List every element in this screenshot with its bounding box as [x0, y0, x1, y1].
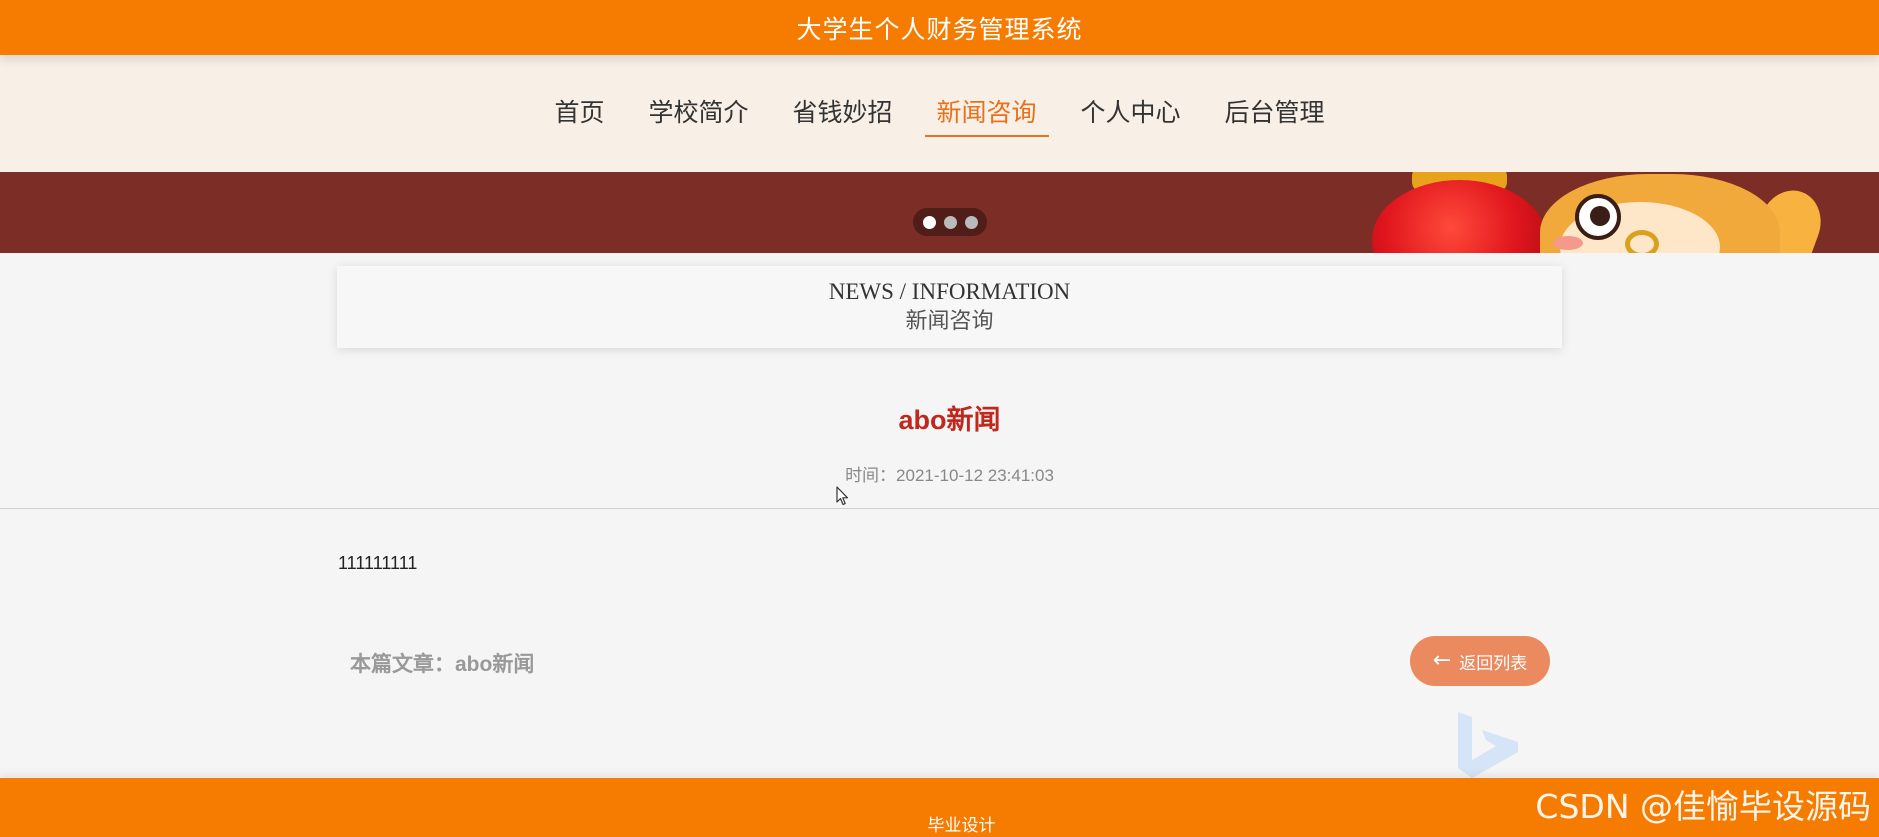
back-to-list-label: 返回列表: [1459, 653, 1528, 674]
csdn-watermark: CSDN @佳愉毕设源码: [1535, 787, 1871, 826]
article-title: abo新闻: [898, 405, 1001, 435]
section-title-cn: 新闻咨询: [905, 308, 994, 333]
article-body: 111111111: [338, 553, 418, 573]
content-divider: [0, 508, 1879, 509]
nav-item-school-intro[interactable]: 学校简介: [630, 93, 766, 137]
nav-list: 首页 学校简介 省钱妙招 新闻咨询 个人中心 后台管理: [532, 93, 1346, 137]
carousel-indicators: [913, 208, 987, 236]
ox-cheek-graphic: [1553, 236, 1583, 250]
article-time: 时间：2021-10-12 23:41:03: [845, 466, 1054, 485]
carousel-dot-1[interactable]: [922, 215, 936, 229]
nav-item-home[interactable]: 首页: [536, 93, 622, 137]
nav-item-personal-center[interactable]: 个人中心: [1063, 93, 1199, 137]
ox-pupil-graphic: [1590, 206, 1610, 226]
carousel-dot-2[interactable]: [943, 215, 957, 229]
section-header: NEWS / INFORMATION 新闻咨询: [337, 266, 1562, 348]
carousel-dot-3[interactable]: [964, 215, 978, 229]
nav-item-admin[interactable]: 后台管理: [1207, 93, 1343, 137]
lantern-graphic: [1372, 180, 1547, 253]
section-title-en: NEWS / INFORMATION: [828, 279, 1071, 304]
bing-logo-icon: [1458, 712, 1518, 778]
back-to-list-button[interactable]: ← 返回列表: [1410, 636, 1550, 686]
nav-item-news[interactable]: 新闻咨询: [919, 93, 1055, 137]
mouse-cursor-icon: [836, 486, 849, 506]
ox-nose-ring-graphic: [1625, 230, 1659, 253]
site-title: 大学生个人财务管理系统: [796, 14, 1083, 44]
nav-item-saving-tips[interactable]: 省钱妙招: [774, 93, 910, 137]
main-nav: 首页 学校简介 省钱妙招 新闻咨询 个人中心 后台管理: [0, 55, 1879, 172]
top-title-bar: 大学生个人财务管理系统: [0, 0, 1879, 55]
this-article-label: 本篇文章：abo新闻: [350, 653, 535, 676]
arrow-left-icon: ←: [1432, 648, 1452, 673]
